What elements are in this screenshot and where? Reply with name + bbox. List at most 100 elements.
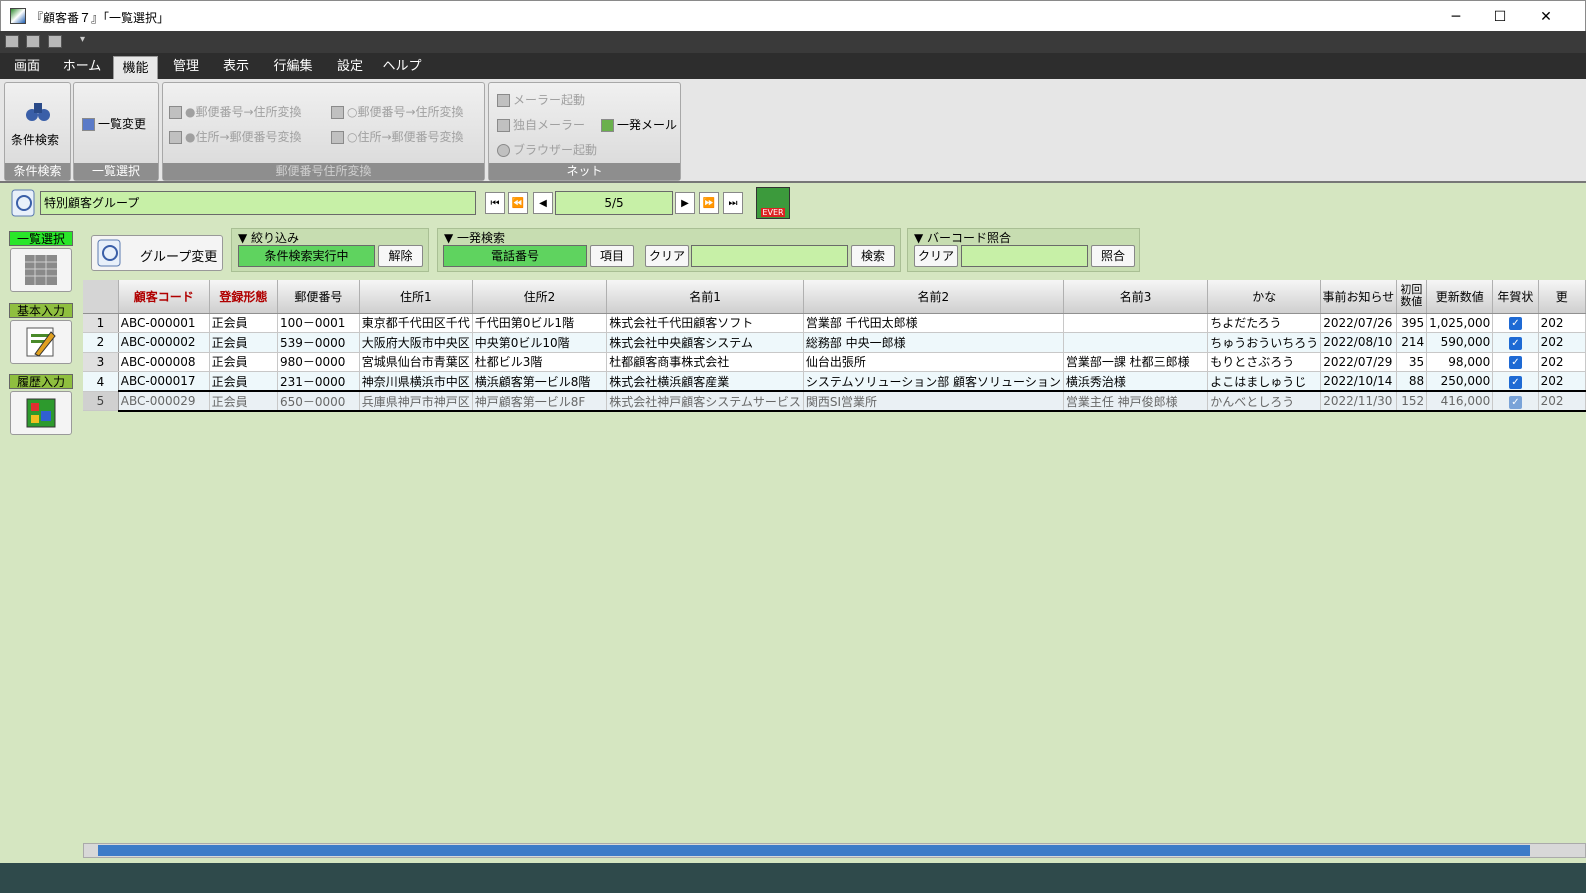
nenga-checkbox[interactable]: ✓ bbox=[1508, 395, 1522, 409]
cell-last[interactable]: 202 bbox=[1538, 390, 1586, 412]
barcode-check-button[interactable]: 照合 bbox=[1091, 245, 1135, 267]
first-record-button[interactable]: ⏮ bbox=[485, 192, 505, 214]
nenga-checkbox[interactable]: ✓ bbox=[1508, 375, 1522, 389]
cell-update[interactable]: 416,000 bbox=[1426, 390, 1494, 412]
quick-search-title[interactable]: ▼ 一発検索 bbox=[444, 229, 505, 246]
prev-record-button[interactable]: ◀ bbox=[533, 192, 553, 214]
cell-name1[interactable]: 株式会社横浜顧客産業 bbox=[606, 371, 804, 392]
cell-last[interactable]: 202 bbox=[1538, 352, 1586, 373]
cell-code[interactable]: ABC-000029 bbox=[118, 390, 210, 412]
cell-nenga[interactable]: ✓ bbox=[1492, 390, 1539, 412]
cell-name1[interactable]: 杜都顧客商事株式会社 bbox=[606, 352, 804, 373]
group-name-field[interactable]: 特別顧客グループ bbox=[40, 191, 476, 215]
col-header[interactable]: 更 bbox=[1538, 280, 1586, 314]
tab-manage[interactable]: 管理 bbox=[164, 53, 208, 79]
minimize-button[interactable]: ─ bbox=[1433, 1, 1479, 32]
cell-type[interactable]: 正会員 bbox=[209, 371, 279, 392]
row-number[interactable]: 4 bbox=[83, 371, 119, 392]
one-shot-mail-button[interactable]: 一発メール bbox=[601, 116, 677, 133]
cell-last[interactable]: 202 bbox=[1538, 332, 1586, 353]
cell-first[interactable]: 88 bbox=[1396, 371, 1428, 392]
col-header[interactable]: 住所1 bbox=[359, 280, 473, 314]
cell-nenga[interactable]: ✓ bbox=[1492, 313, 1539, 334]
address-to-zip-alt-button[interactable]: ○住所→郵便番号変換 bbox=[331, 128, 464, 145]
cell-zip[interactable]: 100－0001 bbox=[277, 313, 360, 334]
cell-addr2[interactable]: 神戸顧客第一ビル8F bbox=[472, 390, 608, 412]
next-page-button[interactable]: ⏩ bbox=[699, 192, 719, 214]
col-header[interactable]: 事前お知らせ bbox=[1320, 280, 1397, 314]
print-icon[interactable] bbox=[26, 35, 40, 48]
prev-page-button[interactable]: ⏪ bbox=[508, 192, 528, 214]
cell-notice[interactable]: 2022/11/30 bbox=[1320, 390, 1397, 412]
customize-qat-icon[interactable]: ▾ bbox=[80, 34, 85, 45]
cell-type[interactable]: 正会員 bbox=[209, 332, 279, 353]
tab-screen[interactable]: 画面 bbox=[4, 53, 50, 79]
cell-name3[interactable] bbox=[1063, 332, 1209, 353]
col-header[interactable]: 登録形態 bbox=[209, 280, 279, 314]
filter-title[interactable]: ▼ 絞り込み bbox=[238, 229, 299, 246]
cell-last[interactable]: 202 bbox=[1538, 371, 1586, 392]
tab-settings[interactable]: 設定 bbox=[328, 53, 372, 79]
cell-kana[interactable]: もりとさぶろう bbox=[1207, 352, 1322, 373]
cell-code[interactable]: ABC-000017 bbox=[118, 371, 210, 392]
cell-first[interactable]: 152 bbox=[1396, 390, 1428, 412]
col-header[interactable]: 顧客コード bbox=[118, 280, 210, 314]
cell-type[interactable]: 正会員 bbox=[209, 390, 279, 412]
basic-input-button[interactable] bbox=[10, 320, 72, 364]
cell-notice[interactable]: 2022/08/10 bbox=[1320, 332, 1397, 353]
address-to-zip-button[interactable]: ●住所→郵便番号変換 bbox=[169, 128, 302, 145]
cell-zip[interactable]: 231－0000 bbox=[277, 371, 360, 392]
row-number[interactable]: 5 bbox=[83, 390, 119, 412]
barcode-input[interactable] bbox=[961, 245, 1088, 267]
cell-name3[interactable]: 横浜秀治様 bbox=[1063, 371, 1209, 392]
col-header[interactable]: 年賀状 bbox=[1492, 280, 1539, 314]
cell-nenga[interactable]: ✓ bbox=[1492, 352, 1539, 373]
cell-update[interactable]: 1,025,000 bbox=[1426, 313, 1494, 334]
cell-update[interactable]: 590,000 bbox=[1426, 332, 1494, 353]
col-header[interactable]: 更新数値 bbox=[1426, 280, 1494, 314]
cell-name3[interactable] bbox=[1063, 313, 1209, 334]
cell-first[interactable]: 395 bbox=[1396, 313, 1428, 334]
cell-kana[interactable]: ちゅうおういちろう bbox=[1207, 332, 1322, 353]
horizontal-scrollbar[interactable] bbox=[83, 843, 1586, 858]
search-button[interactable]: 検索 bbox=[851, 245, 895, 267]
cell-addr2[interactable]: 中央第0ビル10階 bbox=[472, 332, 608, 353]
row-number[interactable]: 1 bbox=[83, 313, 119, 334]
scrollbar-thumb[interactable] bbox=[98, 845, 1530, 856]
last-record-button[interactable]: ⏭ bbox=[723, 192, 743, 214]
search-input[interactable] bbox=[691, 245, 848, 267]
col-header[interactable]: かな bbox=[1207, 280, 1322, 314]
cell-update[interactable]: 250,000 bbox=[1426, 371, 1494, 392]
cell-last[interactable]: 202 bbox=[1538, 313, 1586, 334]
cell-addr1[interactable]: 大阪府大阪市中央区 bbox=[359, 332, 473, 353]
nenga-checkbox[interactable]: ✓ bbox=[1508, 336, 1522, 350]
barcode-title[interactable]: ▼ バーコード照合 bbox=[914, 229, 1011, 246]
col-header[interactable]: 名前1 bbox=[606, 280, 804, 314]
cell-type[interactable]: 正会員 bbox=[209, 352, 279, 373]
tab-row-edit[interactable]: 行編集 bbox=[266, 53, 320, 79]
browser-launch-button[interactable]: ブラウザー起動 bbox=[497, 141, 597, 158]
cell-zip[interactable]: 980－0000 bbox=[277, 352, 360, 373]
cell-addr2[interactable]: 千代田第0ビル1階 bbox=[472, 313, 608, 334]
tab-home[interactable]: ホーム bbox=[56, 53, 108, 79]
maximize-button[interactable]: ☐ bbox=[1477, 1, 1523, 32]
row-number[interactable]: 2 bbox=[83, 332, 119, 353]
zip-to-address-alt-button[interactable]: ○郵便番号→住所変換 bbox=[331, 103, 464, 120]
tab-help[interactable]: ヘルプ bbox=[380, 53, 424, 79]
cell-kana[interactable]: ちよだたろう bbox=[1207, 313, 1322, 334]
list-change-button[interactable]: 一覧変更 bbox=[82, 115, 146, 132]
filter-release-button[interactable]: 解除 bbox=[378, 245, 423, 267]
table-row[interactable]: 2 ABC-000002 正会員 539－0000 大阪府大阪市中央区 中央第0ビル10階… bbox=[83, 332, 1586, 353]
col-header[interactable]: 住所2 bbox=[472, 280, 608, 314]
nenga-checkbox[interactable]: ✓ bbox=[1508, 317, 1522, 331]
ever-button[interactable]: EVER bbox=[756, 187, 790, 219]
cell-name2[interactable]: システムソリューション部 顧客ソリューション bbox=[803, 371, 1064, 392]
cell-first[interactable]: 35 bbox=[1396, 352, 1428, 373]
cell-code[interactable]: ABC-000001 bbox=[118, 313, 210, 334]
cell-name2[interactable]: 総務部 中央一郎様 bbox=[803, 332, 1064, 353]
cell-addr1[interactable]: 神奈川県横浜市中区 bbox=[359, 371, 473, 392]
cell-addr2[interactable]: 横浜顧客第一ビル8階 bbox=[472, 371, 608, 392]
col-header[interactable]: 初回数値 bbox=[1396, 280, 1428, 314]
cell-kana[interactable]: よこはましゅうじ bbox=[1207, 371, 1322, 392]
cell-notice[interactable]: 2022/07/29 bbox=[1320, 352, 1397, 373]
